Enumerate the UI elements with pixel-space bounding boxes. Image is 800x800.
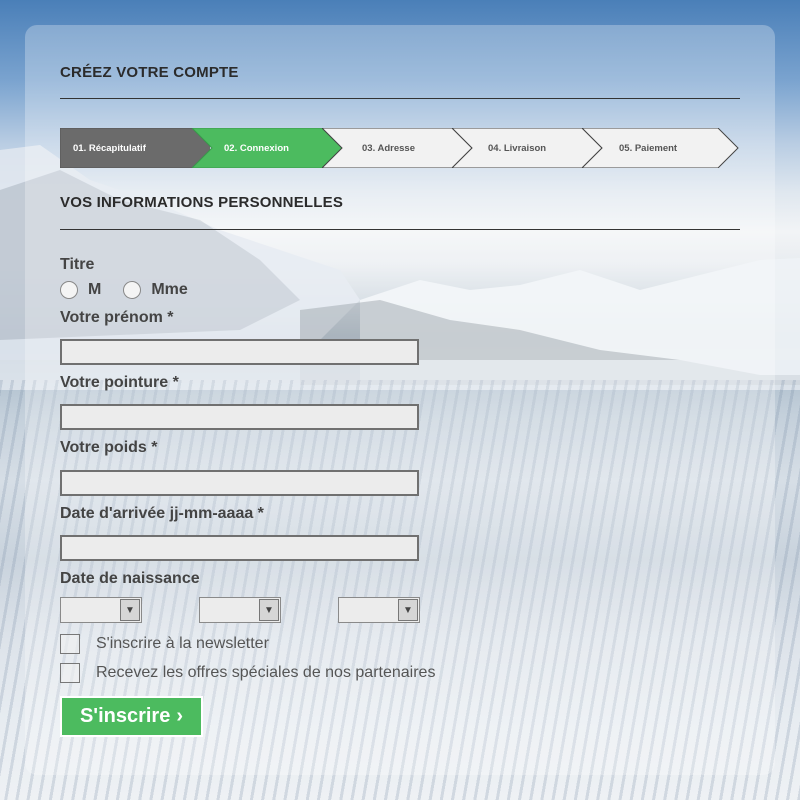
title-divider <box>60 98 740 99</box>
birth-day-select[interactable]: ▼ <box>60 597 142 623</box>
step-label: 05. Paiement <box>619 142 678 154</box>
caret-down-icon: ▼ <box>120 599 140 621</box>
step-label: 04. Livraison <box>488 142 547 154</box>
newsletter-checkbox[interactable] <box>60 634 80 654</box>
prenom-input[interactable] <box>60 339 419 365</box>
submit-button[interactable]: S'inscrire › <box>60 696 203 737</box>
checkout-steps: 01. Récapitulatif 02. Connexion 03. Adre… <box>60 128 740 168</box>
caret-down-icon: ▼ <box>259 599 279 621</box>
poids-input[interactable] <box>60 470 419 496</box>
radio-mme-label: Mme <box>151 281 188 298</box>
step-label: 02. Connexion <box>224 142 289 154</box>
radio-m[interactable] <box>60 281 78 299</box>
newsletter-option: S'inscrire à la newsletter <box>60 634 269 654</box>
section-title: VOS INFORMATIONS PERSONNELLES <box>60 194 344 211</box>
partner-offers-checkbox[interactable] <box>60 663 80 683</box>
pointure-input[interactable] <box>60 404 419 430</box>
step-paiement[interactable]: 05. Paiement <box>582 128 740 168</box>
submit-label: S'inscrire <box>79 705 171 727</box>
step-connexion[interactable]: 02. Connexion <box>192 128 343 168</box>
naissance-label: Date de naissance <box>60 570 200 587</box>
caret-down-icon: ▼ <box>398 599 418 621</box>
prenom-label: Votre prénom * <box>60 309 174 326</box>
arrivee-input[interactable] <box>60 535 419 561</box>
step-adresse[interactable]: 03. Adresse <box>322 128 473 168</box>
poids-label: Votre poids * <box>60 439 158 456</box>
radio-m-label: M <box>88 281 102 298</box>
titre-label: Titre <box>60 256 95 273</box>
partner-offers-label: Recevez les offres spéciales de nos part… <box>96 664 436 681</box>
step-livraison[interactable]: 04. Livraison <box>452 128 603 168</box>
page-title: CRÉEZ VOTRE COMPTE <box>60 64 239 81</box>
chevron-right-icon: › <box>176 705 184 727</box>
birth-month-select[interactable]: ▼ <box>199 597 281 623</box>
pointure-label: Votre pointure * <box>60 374 179 391</box>
newsletter-label: S'inscrire à la newsletter <box>96 635 269 652</box>
arrivee-label: Date d'arrivée jj-mm-aaaa * <box>60 505 264 522</box>
step-label: 01. Récapitulatif <box>73 142 146 154</box>
step-recapitulatif[interactable]: 01. Récapitulatif <box>60 128 210 168</box>
section-divider <box>60 229 740 230</box>
partner-offers-option: Recevez les offres spéciales de nos part… <box>60 663 435 683</box>
birth-year-select[interactable]: ▼ <box>338 597 420 623</box>
step-label: 03. Adresse <box>362 142 415 154</box>
titre-radio-group: M Mme <box>60 281 210 299</box>
radio-mme[interactable] <box>123 281 142 299</box>
